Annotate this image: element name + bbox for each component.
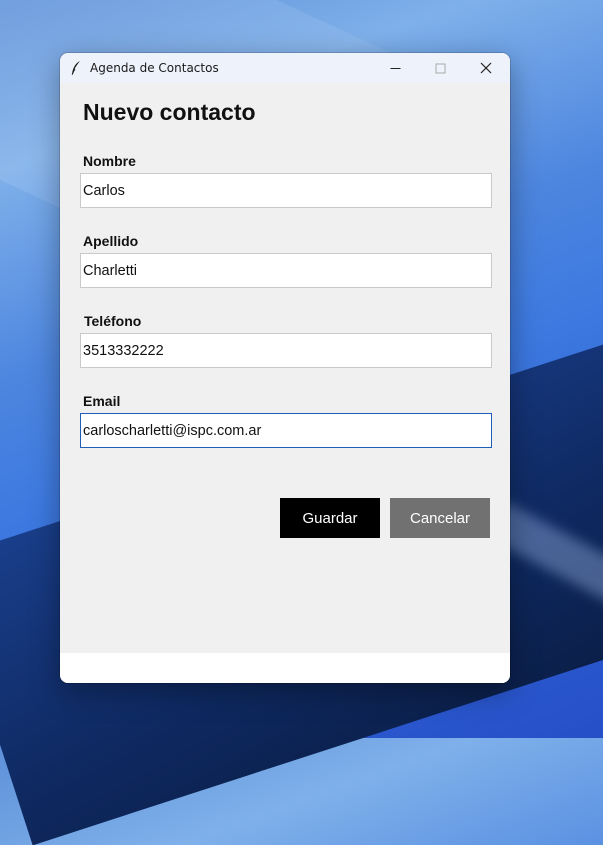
minimize-icon bbox=[390, 67, 401, 69]
title-bar[interactable]: Agenda de Contactos bbox=[60, 53, 510, 83]
email-input[interactable] bbox=[80, 413, 492, 448]
page-title: Nuevo contacto bbox=[83, 99, 256, 125]
window-footer bbox=[60, 653, 510, 683]
nombre-input[interactable] bbox=[80, 173, 492, 208]
telefono-label: Teléfono bbox=[84, 313, 142, 329]
app-window: Agenda de Contactos Nuevo contacto Nombr… bbox=[60, 53, 510, 683]
save-button[interactable]: Guardar bbox=[280, 498, 380, 538]
apellido-input[interactable] bbox=[80, 253, 492, 288]
close-icon bbox=[480, 62, 491, 74]
feather-icon bbox=[71, 61, 80, 76]
telefono-input[interactable] bbox=[80, 333, 492, 368]
close-button[interactable] bbox=[463, 53, 508, 83]
minimize-button[interactable] bbox=[373, 53, 418, 83]
cancel-button[interactable]: Cancelar bbox=[390, 498, 490, 538]
email-label: Email bbox=[83, 393, 121, 409]
window-title: Agenda de Contactos bbox=[90, 61, 219, 75]
apellido-label: Apellido bbox=[83, 233, 139, 249]
maximize-button[interactable] bbox=[418, 53, 463, 83]
form-panel: Nuevo contacto Nombre Apellido Teléfono … bbox=[60, 83, 510, 653]
maximize-icon bbox=[435, 63, 446, 73]
nombre-label: Nombre bbox=[83, 153, 136, 169]
